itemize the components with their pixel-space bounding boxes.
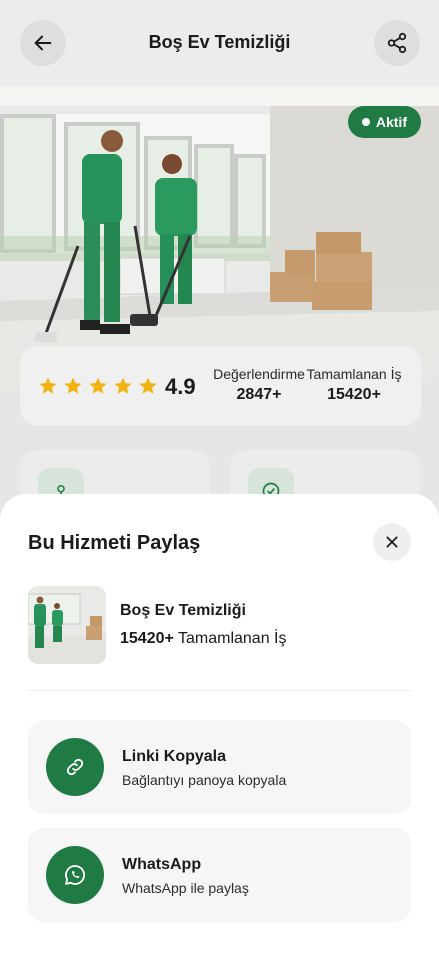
jobs-label: Tamamlanan İş [306, 366, 402, 382]
divider [28, 690, 411, 691]
status-badge-label: Aktif [375, 114, 407, 130]
whatsapp-title: WhatsApp [122, 856, 202, 873]
star-icon [64, 377, 82, 394]
preview-count: 15420+ [120, 630, 174, 647]
copy-link-title: Linki Kopyala [122, 748, 227, 765]
share-bottom-sheet: Bu Hizmeti Paylaş Boş Ev Temizliği 15420… [0, 494, 439, 954]
reviews-value: 2847+ [236, 386, 282, 403]
reviews-stat: Değerlendirme 2847+ [204, 366, 314, 404]
star-icon [39, 377, 57, 394]
jobs-stat: Tamamlanan İş 15420+ [304, 366, 404, 404]
sheet-title: Bu Hizmeti Paylaş [28, 532, 201, 554]
copy-link-option[interactable]: Linki Kopyala Bağlantıyı panoya kopyala [28, 720, 411, 814]
close-icon [386, 536, 398, 548]
status-dot-icon [361, 118, 370, 126]
preview-title: Boş Ev Temizliği [120, 602, 246, 619]
status-badge: Aktif [347, 106, 421, 138]
star-rating [38, 376, 158, 396]
service-thumbnail [28, 586, 106, 664]
star-icon [114, 377, 132, 394]
star-icon [89, 377, 107, 394]
link-icon [46, 738, 104, 796]
jobs-value: 15420+ [327, 386, 381, 403]
copy-link-subtitle: Bağlantıyı panoya kopyala [122, 772, 287, 788]
reviews-label: Değerlendirme [213, 366, 305, 382]
star-icon [139, 377, 157, 394]
whatsapp-subtitle: WhatsApp ile paylaş [122, 880, 249, 896]
app-header: Boş Ev Temizliği [0, 0, 439, 86]
rating-score: 4.9 [165, 374, 196, 399]
preview-subtitle: 15420+ Tamamlanan İş [120, 630, 287, 648]
hero-image: Aktif [0, 86, 439, 386]
rating-card: 4.9 Değerlendirme 2847+ Tamamlanan İş 15… [20, 346, 421, 426]
share-icon [387, 32, 407, 54]
share-button[interactable] [374, 20, 420, 66]
whatsapp-icon [46, 846, 104, 904]
close-button[interactable] [373, 523, 411, 561]
whatsapp-option[interactable]: WhatsApp WhatsApp ile paylaş [28, 828, 411, 922]
preview-count-suffix: Tamamlanan İş [178, 630, 287, 647]
